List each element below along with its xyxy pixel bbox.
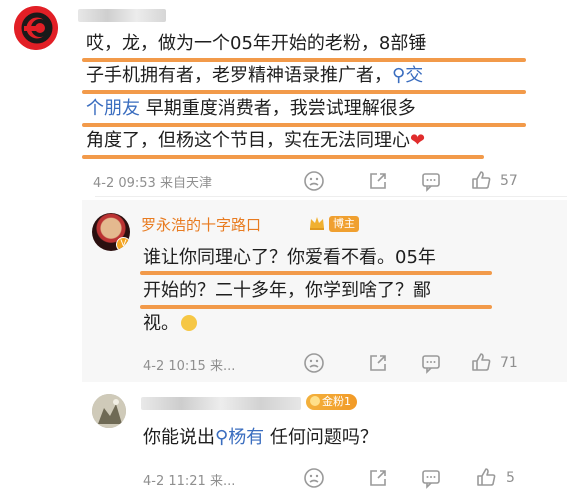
like-thumb-icon[interactable] <box>470 169 492 191</box>
like-count: 57 <box>500 173 518 189</box>
dislike-face-icon[interactable] <box>303 352 325 374</box>
reply-text-line-3: 视。 <box>143 312 197 336</box>
reply-text-line-2: 开始的？二十多年，你学到啥了？鄙 <box>143 280 431 301</box>
reply-comment-icon[interactable] <box>420 467 442 489</box>
divider <box>95 196 567 197</box>
underline-mark <box>82 155 484 159</box>
red-heart-icon: ❤ <box>410 130 426 151</box>
underline-mark <box>140 271 492 275</box>
comment-text-line-3: 个朋友 早期重度消费者，我尝试理解很多 <box>86 98 416 119</box>
search-icon: ⚲ <box>392 65 406 86</box>
comment3-timestamp: 4-2 11:21 来... <box>143 474 236 489</box>
comment-text-line-2: 子手机拥有者，老罗精神语录推广者，⚲交 <box>86 65 424 86</box>
dislike-face-icon[interactable] <box>303 467 325 489</box>
search-icon: ⚲ <box>215 427 229 448</box>
commenter-avatar[interactable] <box>92 394 126 428</box>
comment3-text: 你能说出⚲杨有 任何问题吗？ <box>143 427 378 448</box>
topic-link[interactable]: ⚲杨有 <box>215 427 264 448</box>
blogger-badge: 博主 <box>329 216 359 232</box>
comment-text-line-4: 角度了，但杨这个节目，实在无法同理心❤ <box>86 130 426 151</box>
share-icon[interactable] <box>367 352 389 374</box>
share-icon[interactable] <box>367 467 389 489</box>
reply-author-name[interactable]: 罗永浩的十字路口 <box>141 214 261 235</box>
wink-emoji-icon <box>181 315 197 331</box>
comment-timestamp: 4-2 09:53 来自天津 <box>93 176 212 191</box>
reply-text-line-1: 谁让你同理心了？你爱看不看。05年 <box>143 247 436 268</box>
reply-comment-icon[interactable] <box>420 352 442 374</box>
fan-level-badge: 金粉1 <box>306 394 357 410</box>
topic-link-continued[interactable]: 个朋友 <box>86 98 140 119</box>
commenter-name-blurred[interactable] <box>141 397 301 410</box>
verified-v-icon: V <box>116 237 130 251</box>
gold-coin-icon <box>310 396 320 406</box>
like-count: 5 <box>506 470 515 486</box>
commenter-name-blurred[interactable] <box>78 9 166 22</box>
like-thumb-icon[interactable] <box>475 466 497 488</box>
topic-link[interactable]: ⚲交 <box>392 65 423 86</box>
like-thumb-icon[interactable] <box>470 351 492 373</box>
comment-text-line-1: 哎，龙，做为一个05年开始的老粉，8部锤 <box>86 33 427 54</box>
like-count: 71 <box>500 355 518 371</box>
dislike-face-icon[interactable] <box>303 170 325 192</box>
share-icon[interactable] <box>367 170 389 192</box>
reply-comment-icon[interactable] <box>420 170 442 192</box>
underline-mark <box>82 90 526 94</box>
underline-mark <box>82 123 526 127</box>
underline-mark <box>140 305 492 309</box>
underline-mark <box>82 58 526 62</box>
commenter-avatar[interactable] <box>14 6 58 50</box>
author-avatar[interactable]: V <box>92 213 130 251</box>
crown-icon <box>308 214 326 232</box>
reply-timestamp: 4-2 10:15 来... <box>143 359 236 374</box>
